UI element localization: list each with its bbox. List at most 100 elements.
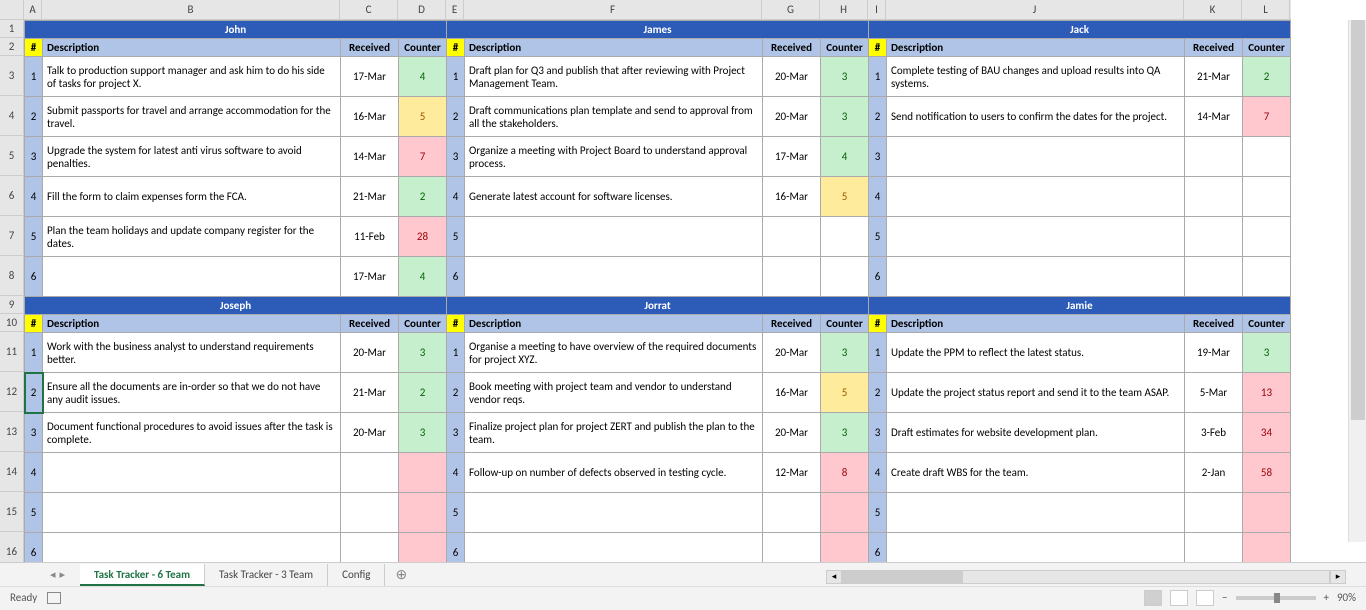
task-received[interactable] [341, 493, 399, 533]
task-received[interactable] [1185, 137, 1243, 177]
task-description[interactable] [887, 217, 1185, 257]
col-header-B[interactable]: B [42, 0, 340, 19]
task-counter[interactable]: 5 [821, 177, 869, 217]
person-header-jorrat[interactable]: Jorrat [447, 297, 869, 315]
task-number[interactable]: 3 [447, 413, 465, 453]
task-description[interactable]: Create draft WBS for the team. [887, 453, 1185, 493]
task-received[interactable]: 20-Mar [341, 333, 399, 373]
task-counter[interactable] [1243, 177, 1291, 217]
col-header-C[interactable]: C [340, 0, 398, 19]
num-header[interactable]: # [869, 315, 887, 333]
task-counter[interactable]: 5 [399, 97, 447, 137]
counter-header[interactable]: Counter [399, 315, 447, 333]
row-header-9[interactable]: 9 [0, 296, 23, 314]
task-number[interactable]: 1 [447, 333, 465, 373]
row-header-11[interactable]: 11 [0, 332, 23, 372]
zoom-out-button[interactable]: − [1222, 591, 1227, 604]
row-header-5[interactable]: 5 [0, 136, 23, 176]
task-description[interactable] [887, 177, 1185, 217]
task-description[interactable] [43, 453, 341, 493]
description-header[interactable]: Description [465, 39, 763, 57]
task-description[interactable]: Complete testing of BAU changes and uplo… [887, 57, 1185, 97]
task-description[interactable]: Organize a meeting with Project Board to… [465, 137, 763, 177]
task-received[interactable] [1185, 493, 1243, 533]
task-received[interactable]: 21-Mar [341, 177, 399, 217]
person-header-joseph[interactable]: Joseph [25, 297, 447, 315]
task-description[interactable] [465, 217, 763, 257]
task-received[interactable]: 17-Mar [341, 257, 399, 297]
row-header-10[interactable]: 10 [0, 314, 23, 332]
task-counter[interactable] [821, 493, 869, 533]
horizontal-scrollbar[interactable]: ◂ ▸ [826, 568, 1346, 586]
counter-header[interactable]: Counter [1243, 39, 1291, 57]
task-description[interactable] [43, 257, 341, 297]
task-description[interactable]: Ensure all the documents are in-order so… [43, 373, 341, 413]
task-description[interactable]: Draft communications plan template and s… [465, 97, 763, 137]
row-header-1[interactable]: 1 [0, 20, 23, 38]
task-received[interactable]: 14-Mar [341, 137, 399, 177]
zoom-slider[interactable] [1236, 596, 1316, 600]
task-number[interactable]: 3 [25, 137, 43, 177]
received-header[interactable]: Received [763, 315, 821, 333]
task-counter[interactable]: 2 [1243, 57, 1291, 97]
col-header-A[interactable]: A [24, 0, 42, 19]
row-header-12[interactable]: 12 [0, 372, 23, 412]
received-header[interactable]: Received [1185, 39, 1243, 57]
description-header[interactable]: Description [887, 315, 1185, 333]
task-counter[interactable]: 5 [821, 373, 869, 413]
received-header[interactable]: Received [763, 39, 821, 57]
task-description[interactable]: Draft estimates for website development … [887, 413, 1185, 453]
task-received[interactable]: 20-Mar [341, 413, 399, 453]
add-sheet-button[interactable]: ⊕ [385, 566, 417, 583]
zoom-in-button[interactable]: + [1324, 591, 1329, 604]
task-received[interactable]: 16-Mar [763, 177, 821, 217]
task-number[interactable]: 4 [447, 453, 465, 493]
vertical-scroll-thumb[interactable] [1351, 20, 1365, 420]
task-number[interactable]: 1 [25, 333, 43, 373]
row-header-14[interactable]: 14 [0, 452, 23, 492]
counter-header[interactable]: Counter [821, 315, 869, 333]
task-counter[interactable]: 7 [1243, 97, 1291, 137]
grid[interactable]: JohnJamesJack#DescriptionReceivedCounter… [24, 20, 1291, 573]
col-header-J[interactable]: J [886, 0, 1184, 19]
tab-prev-icon[interactable]: ◂ [50, 568, 56, 581]
task-number[interactable]: 3 [25, 413, 43, 453]
num-header[interactable]: # [447, 39, 465, 57]
task-received[interactable]: 20-Mar [763, 413, 821, 453]
task-received[interactable] [763, 217, 821, 257]
task-description[interactable] [887, 137, 1185, 177]
person-header-jack[interactable]: Jack [869, 21, 1291, 39]
task-received[interactable]: 21-Mar [1185, 57, 1243, 97]
macro-record-icon[interactable] [47, 592, 61, 604]
task-counter[interactable]: 3 [399, 333, 447, 373]
task-description[interactable]: Document functional procedures to avoid … [43, 413, 341, 453]
task-number[interactable]: 6 [869, 257, 887, 297]
col-header-I[interactable]: I [868, 0, 886, 19]
tab-task-tracker-6[interactable]: Task Tracker - 6 Team [80, 564, 205, 586]
task-description[interactable]: Plan the team holidays and update compan… [43, 217, 341, 257]
task-counter[interactable] [399, 453, 447, 493]
task-received[interactable]: 16-Mar [763, 373, 821, 413]
received-header[interactable]: Received [341, 39, 399, 57]
received-header[interactable]: Received [341, 315, 399, 333]
row-header-3[interactable]: 3 [0, 56, 23, 96]
zoom-level[interactable]: 90% [1337, 591, 1356, 604]
task-received[interactable]: 12-Mar [763, 453, 821, 493]
task-number[interactable]: 6 [25, 257, 43, 297]
row-header-2[interactable]: 2 [0, 38, 23, 56]
task-counter[interactable]: 3 [821, 413, 869, 453]
task-counter[interactable]: 4 [399, 57, 447, 97]
description-header[interactable]: Description [43, 315, 341, 333]
task-received[interactable]: 17-Mar [341, 57, 399, 97]
row-header-15[interactable]: 15 [0, 492, 23, 532]
task-counter[interactable]: 58 [1243, 453, 1291, 493]
task-description[interactable]: Talk to production support manager and a… [43, 57, 341, 97]
task-number[interactable]: 4 [25, 177, 43, 217]
task-description[interactable]: Follow-up on number of defects observed … [465, 453, 763, 493]
task-received[interactable] [763, 257, 821, 297]
tab-config[interactable]: Config [328, 564, 385, 586]
view-page-layout-button[interactable] [1170, 590, 1188, 606]
task-description[interactable]: Finalize project plan for project ZERT a… [465, 413, 763, 453]
task-counter[interactable]: 3 [1243, 333, 1291, 373]
row-header-13[interactable]: 13 [0, 412, 23, 452]
